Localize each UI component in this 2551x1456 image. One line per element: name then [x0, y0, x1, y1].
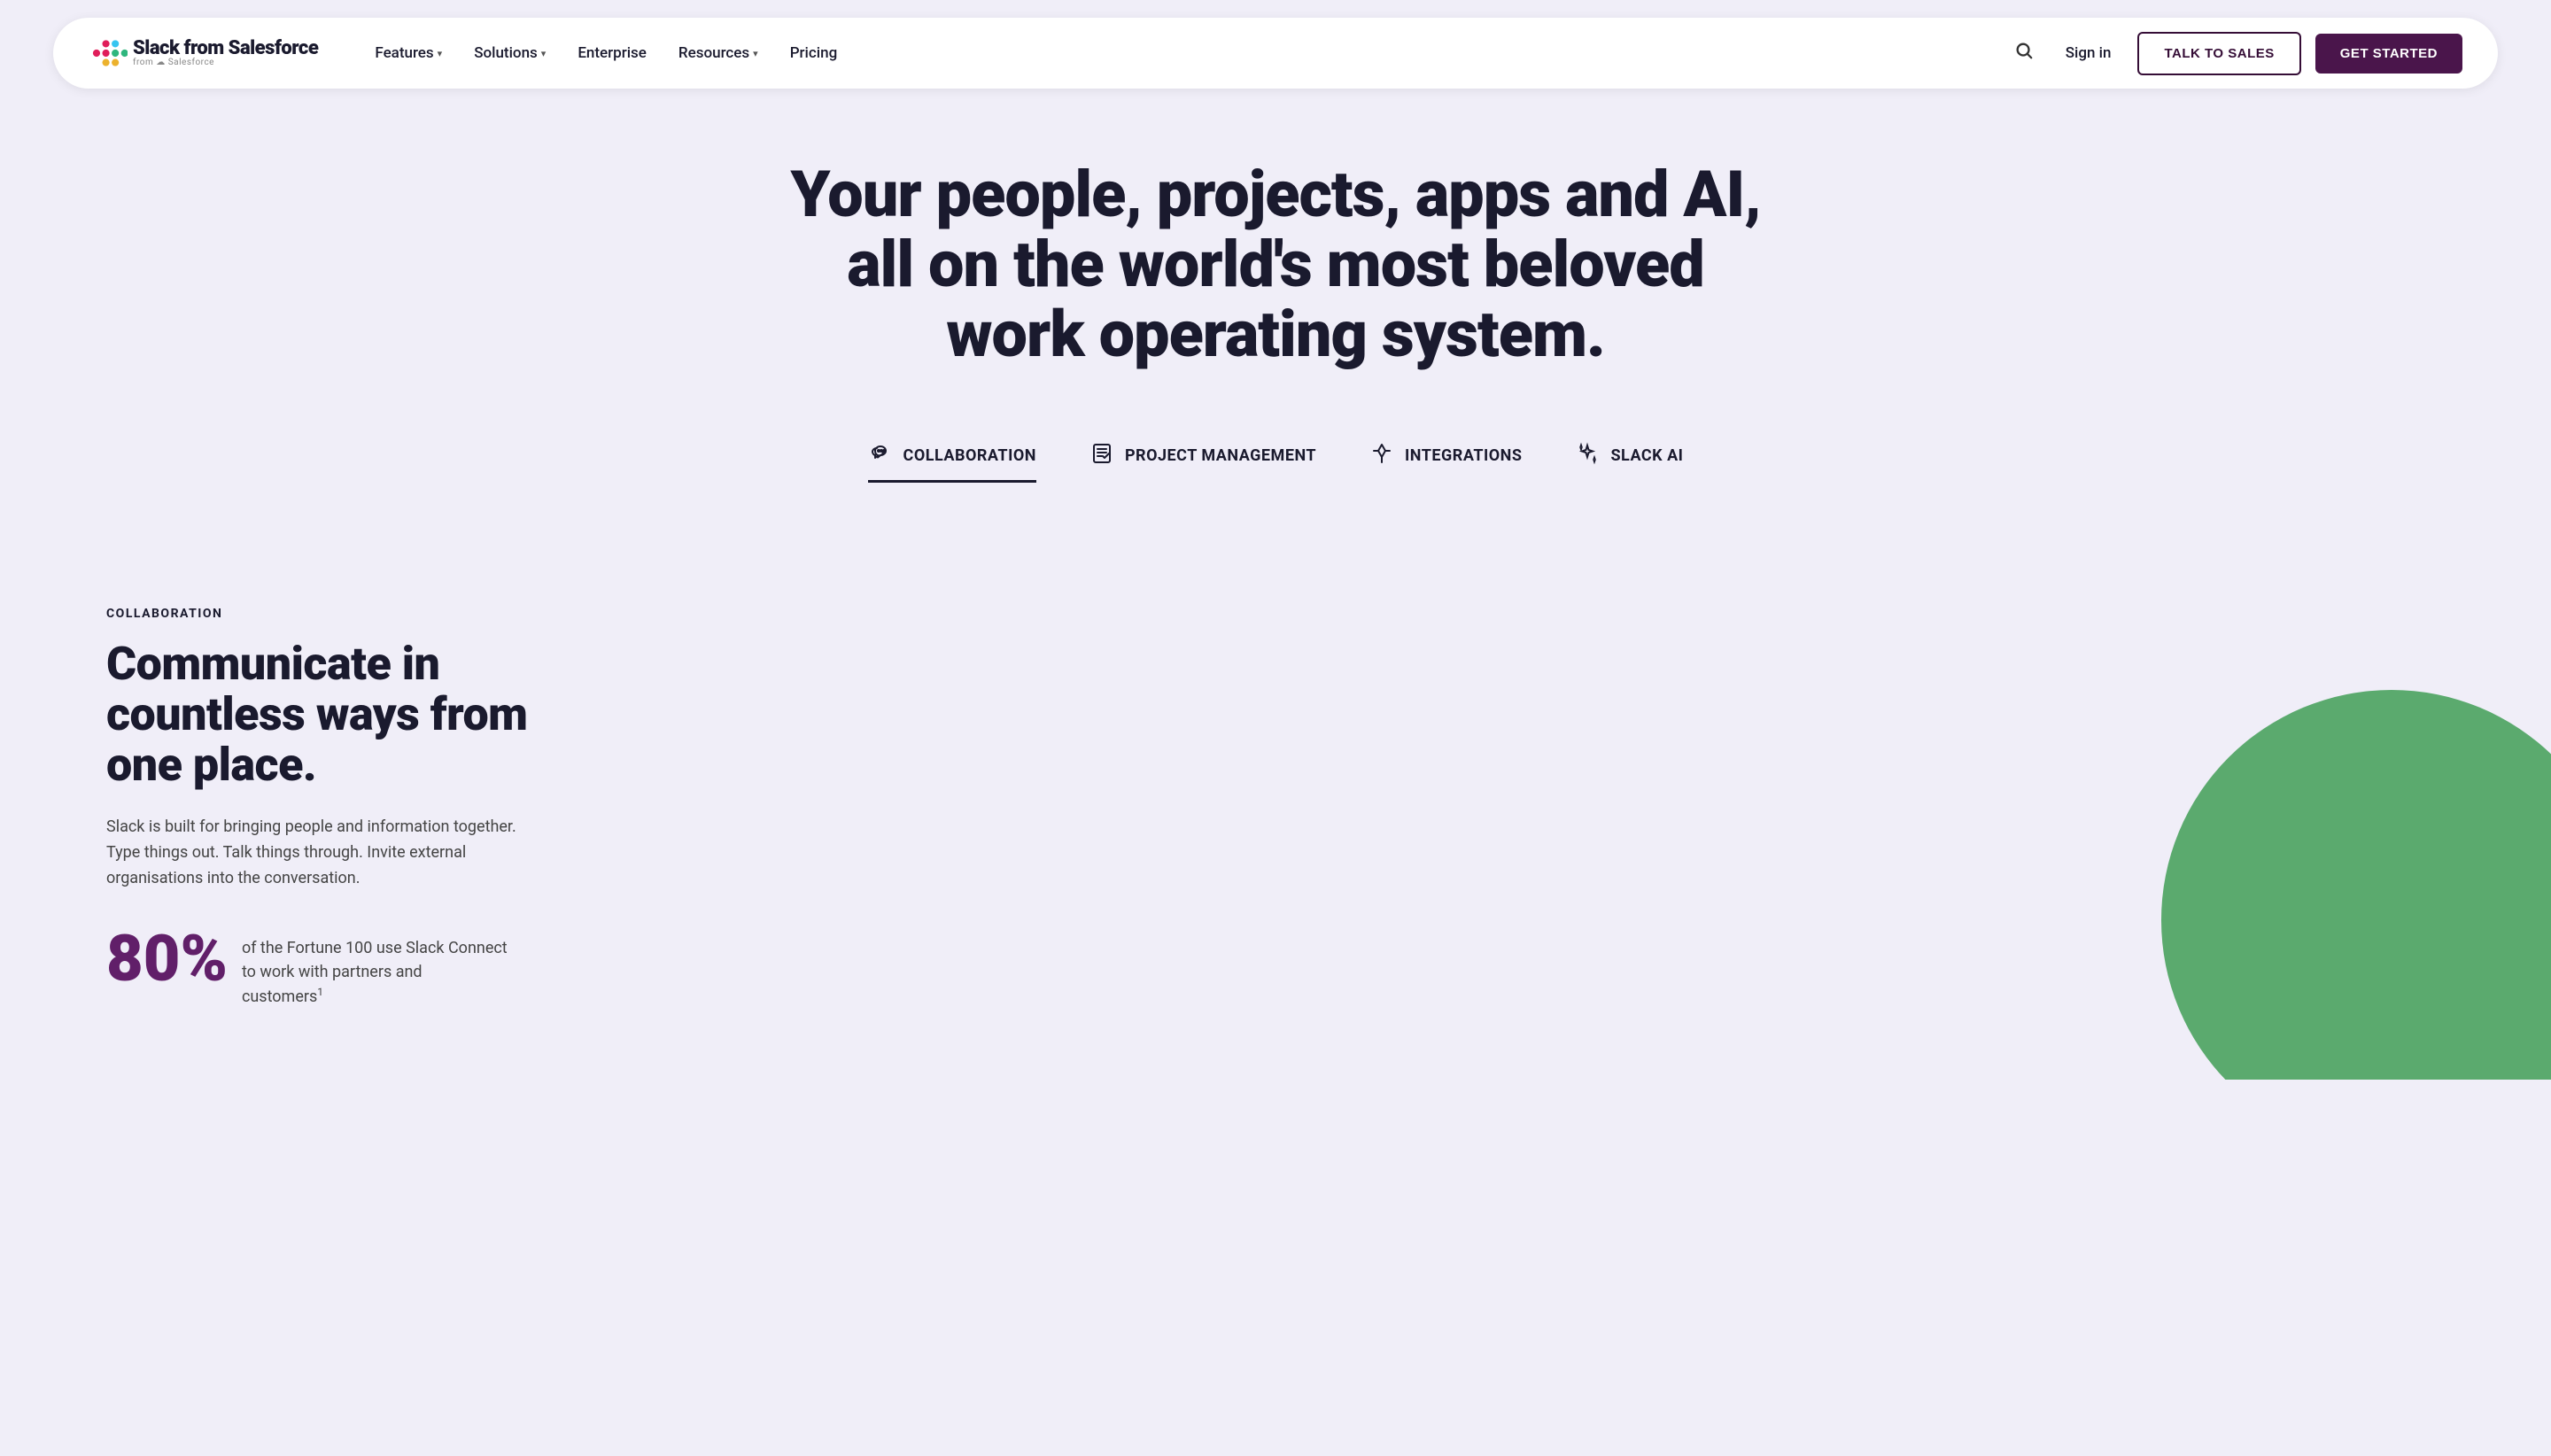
nav-enterprise[interactable]: Enterprise [565, 37, 659, 69]
stat-text: of the Fortune 100 use Slack Connect to … [242, 927, 508, 1009]
collaboration-section: COLLABORATION Communicate in countless w… [0, 536, 2551, 1080]
chevron-down-icon: ▾ [438, 48, 443, 59]
logo-link[interactable]: Slack from Salesforce from ☁ Salesforce [89, 34, 318, 73]
nav-links: Features ▾ Solutions ▾ Enterprise Resour… [362, 37, 2008, 69]
chevron-down-icon: ▾ [753, 48, 758, 59]
chevron-down-icon: ▾ [541, 48, 547, 59]
slack-ai-icon [1575, 441, 1600, 471]
slack-logo-icon [89, 34, 128, 73]
section-description: Slack is built for bringing people and i… [106, 815, 549, 891]
signin-button[interactable]: Sign in [2053, 37, 2124, 69]
stat-block: 80% of the Fortune 100 use Slack Connect… [106, 927, 549, 1009]
tab-collaboration-label: COLLABORATION [903, 446, 1036, 465]
talk-to-sales-button[interactable]: TALK TO SALES [2137, 32, 2300, 75]
navbar: Slack from Salesforce from ☁ Salesforce … [53, 18, 2498, 89]
get-started-button[interactable]: GET STARTED [2315, 34, 2462, 74]
nav-pricing[interactable]: Pricing [778, 37, 850, 69]
integrations-icon [1369, 441, 1394, 471]
hero-section: Your people, projects, apps and AI, all … [0, 106, 2551, 536]
section-title: Communicate in countless ways from one p… [106, 639, 549, 791]
logo-sub: from ☁ Salesforce [133, 58, 318, 67]
nav-resources[interactable]: Resources ▾ [666, 37, 771, 69]
stat-number: 80% [106, 927, 228, 991]
feature-tabs: COLLABORATION PROJECT MANAGEMENT [35, 414, 2516, 500]
tab-integrations-label: INTEGRATIONS [1405, 446, 1522, 465]
project-management-icon [1089, 441, 1114, 471]
content-left: COLLABORATION Communicate in countless w… [106, 607, 549, 1009]
nav-right: Sign in TALK TO SALES GET STARTED [2009, 32, 2462, 75]
logo-text: Slack from Salesforce [133, 39, 318, 58]
nav-features[interactable]: Features ▾ [362, 37, 454, 69]
tab-project-management-label: PROJECT MANAGEMENT [1125, 446, 1316, 465]
tab-slack-ai[interactable]: SLACK AI [1575, 432, 1683, 483]
collaboration-icon [868, 441, 893, 471]
search-icon[interactable] [2009, 35, 2039, 71]
tab-slack-ai-label: SLACK AI [1610, 446, 1683, 465]
tab-integrations[interactable]: INTEGRATIONS [1369, 432, 1522, 483]
tab-project-management[interactable]: PROJECT MANAGEMENT [1089, 432, 1316, 483]
tab-collaboration[interactable]: COLLABORATION [868, 432, 1036, 483]
hero-title: Your people, projects, apps and AI, all … [788, 159, 1763, 370]
nav-solutions[interactable]: Solutions ▾ [461, 37, 558, 69]
section-label: COLLABORATION [106, 607, 549, 621]
